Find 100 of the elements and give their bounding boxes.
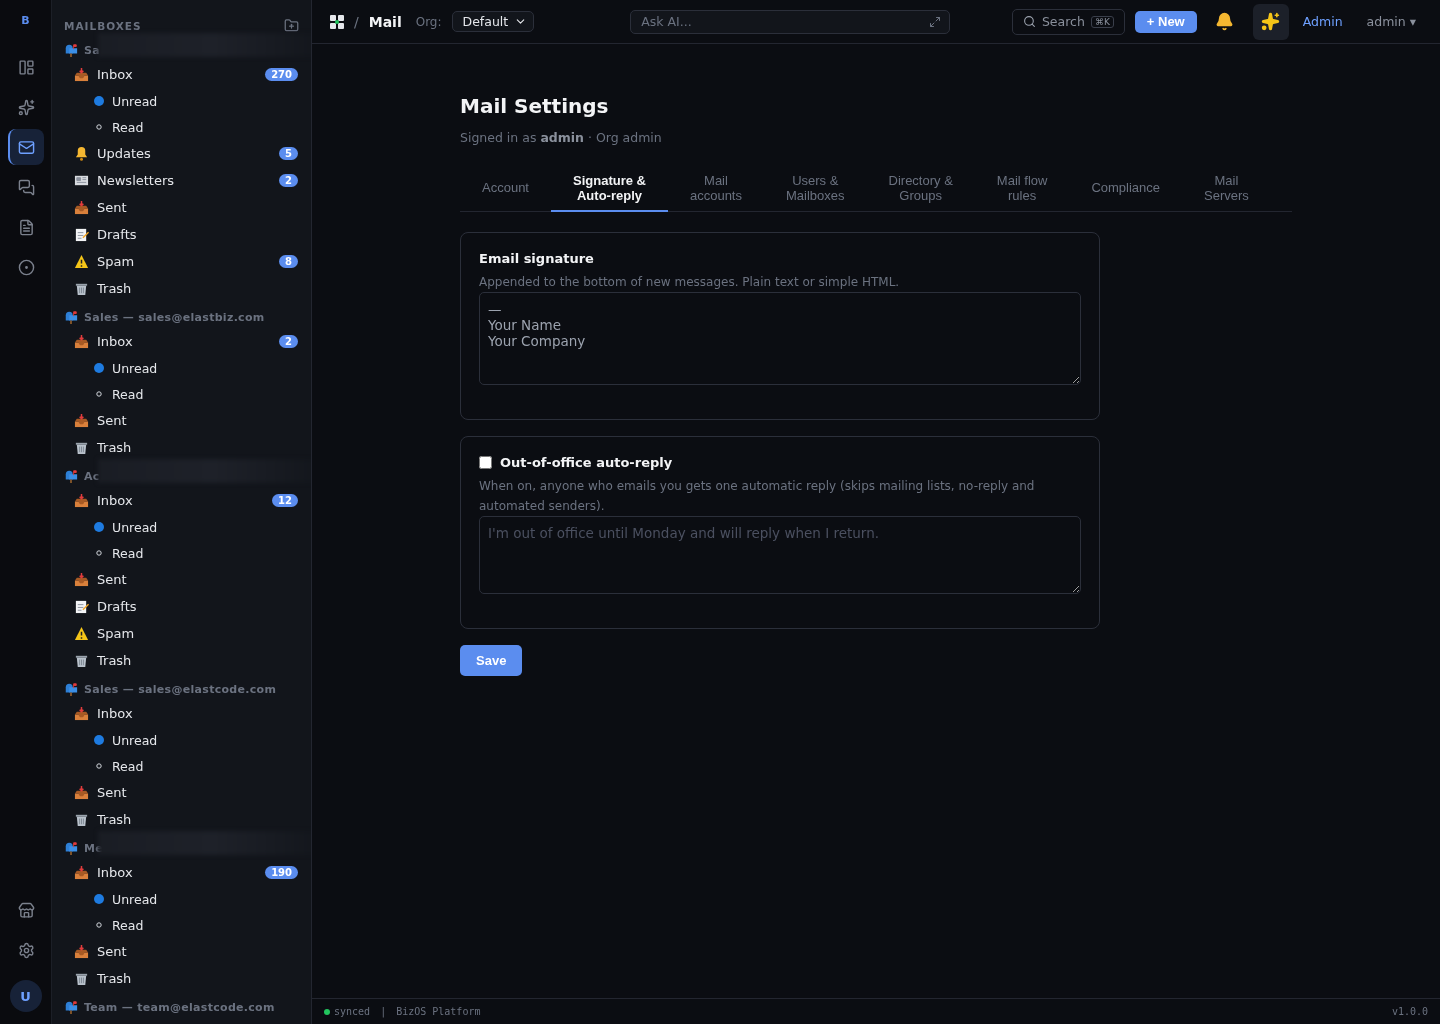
mailbox-name[interactable]: Team — team@elastcode.com [84, 1000, 275, 1014]
trash-icon [74, 812, 89, 827]
settings-tab[interactable]: Mail flow rules [974, 165, 1070, 212]
count-badge: 190 [265, 866, 298, 879]
folder-item[interactable]: Inbox 190 [64, 859, 299, 886]
settings-tab[interactable]: Mail accounts [667, 165, 764, 212]
settings-tab[interactable]: Signature & Auto-reply [551, 165, 668, 212]
chat-icon [18, 178, 35, 196]
read-ring-icon [94, 122, 104, 132]
auto-reply-checkbox[interactable] [479, 456, 492, 469]
newspaper-icon [74, 173, 89, 188]
tray-icon [74, 67, 89, 82]
folder-item[interactable]: Sent [64, 779, 299, 806]
new-folder-icon[interactable] [284, 18, 299, 33]
org-select[interactable]: Default [451, 11, 535, 32]
trash-icon [74, 281, 89, 296]
folder-item[interactable]: Inbox 270 [64, 61, 299, 88]
mailbox-name[interactable]: Me [84, 841, 103, 855]
mailbox-name[interactable]: Sa [84, 43, 100, 57]
folder-item[interactable]: Unread [64, 514, 299, 540]
tray-icon [74, 200, 89, 215]
settings-tab[interactable]: Directory & Groups [866, 165, 975, 212]
folder-item[interactable]: Trash [64, 806, 299, 833]
unread-dot-icon [94, 894, 104, 904]
signature-field[interactable]: — Your Name Your Company [479, 292, 1081, 385]
folder-item[interactable]: Sent [64, 407, 299, 434]
mailbox-name[interactable]: Sales — sales@elastbiz.com [84, 310, 265, 324]
apps-grid-icon[interactable] [330, 14, 344, 29]
search-button[interactable]: Search ⌘K [1011, 8, 1125, 35]
mailbox-icon [64, 682, 78, 696]
count-badge: 2 [279, 335, 298, 348]
count-badge: 8 [279, 255, 298, 268]
unread-dot-icon [94, 363, 104, 373]
folder-item[interactable]: Inbox [64, 700, 299, 727]
folder-item[interactable]: Spam [64, 620, 299, 647]
user-avatar[interactable]: U [9, 980, 42, 1012]
settings-icon [18, 941, 35, 959]
memo-icon [74, 599, 89, 614]
folder-item[interactable]: Read [64, 753, 299, 779]
folder-item[interactable]: Read [64, 381, 299, 407]
search-icon [1022, 15, 1036, 28]
store-icon [18, 901, 35, 919]
sync-status: synced [334, 1006, 371, 1017]
folder-item[interactable]: Read [64, 114, 299, 140]
mailbox-name[interactable]: Ac [84, 469, 100, 483]
expand-icon[interactable] [929, 15, 942, 28]
folder-item[interactable]: Unread [64, 727, 299, 753]
warning-icon [74, 626, 89, 641]
folder-item[interactable]: Drafts [64, 221, 299, 248]
admin-link[interactable]: Admin [1302, 14, 1343, 29]
settings-tab[interactable]: Account [460, 165, 551, 212]
bell-icon [74, 146, 89, 161]
trash-icon [74, 971, 89, 986]
folder-item[interactable]: Trash [64, 275, 299, 302]
folder-item[interactable]: Sent [64, 566, 299, 593]
folder-item[interactable]: Inbox 2 [64, 328, 299, 355]
unread-dot-icon [94, 96, 104, 106]
folder-item[interactable]: Trash [64, 647, 299, 674]
folder-item[interactable]: Unread [64, 886, 299, 912]
settings-tab[interactable]: Mail Servers [1182, 165, 1271, 212]
sparkles-icon [18, 98, 35, 116]
folder-item[interactable]: Unread [64, 88, 299, 114]
card-title: Out-of-office auto-reply [500, 455, 673, 470]
mailbox-icon [64, 1000, 78, 1014]
mailbox-icon [64, 43, 78, 57]
count-badge: 2 [279, 174, 298, 187]
folder-item[interactable]: Updates 5 [64, 140, 299, 167]
card-hint: When on, anyone who emails you gets one automatic reply (skips mailing lists, no-reply and automated senders). [479, 478, 1036, 515]
warning-icon [74, 254, 89, 269]
platform-name: BizOS Platform [396, 1006, 481, 1017]
breadcrumb-title: Mail [368, 13, 402, 30]
signed-in-text: Signed in as admin · Org admin [460, 130, 663, 145]
breadcrumb-separator: / [354, 13, 359, 30]
folder-item[interactable]: Spam 8 [64, 248, 299, 275]
status-separator: | [380, 1006, 387, 1017]
nav-button[interactable] [7, 129, 44, 165]
document-icon [18, 218, 35, 236]
user-menu[interactable]: admin ▾ [1360, 13, 1422, 30]
folder-item[interactable]: Read [64, 540, 299, 566]
folder-item[interactable]: Newsletters 2 [64, 167, 299, 194]
folder-item[interactable]: Inbox 12 [64, 487, 299, 514]
ask-ai-field[interactable]: Ask AI... [630, 9, 951, 34]
tray-icon [74, 493, 89, 508]
folder-item[interactable]: Trash [64, 965, 299, 992]
folder-item[interactable]: Drafts [64, 593, 299, 620]
tray-icon [74, 706, 89, 721]
folder-item[interactable]: Sent [64, 938, 299, 965]
trash-icon [74, 440, 89, 455]
count-badge: 5 [279, 147, 298, 160]
folder-item[interactable]: Trash [64, 434, 299, 461]
folder-item[interactable]: Read [64, 912, 299, 938]
ai-button[interactable] [1252, 3, 1289, 40]
mailbox-name[interactable]: Sales — sales@elastcode.com [84, 682, 277, 696]
settings-tab[interactable]: Users & Mailboxes [764, 165, 867, 212]
folder-item[interactable]: Sent [64, 194, 299, 221]
layout-icon [18, 58, 35, 76]
app-logo: B [21, 14, 30, 27]
folder-item[interactable]: Unread [64, 355, 299, 381]
settings-tab[interactable]: Compliance [1069, 165, 1183, 212]
mailbox-icon [64, 469, 78, 483]
